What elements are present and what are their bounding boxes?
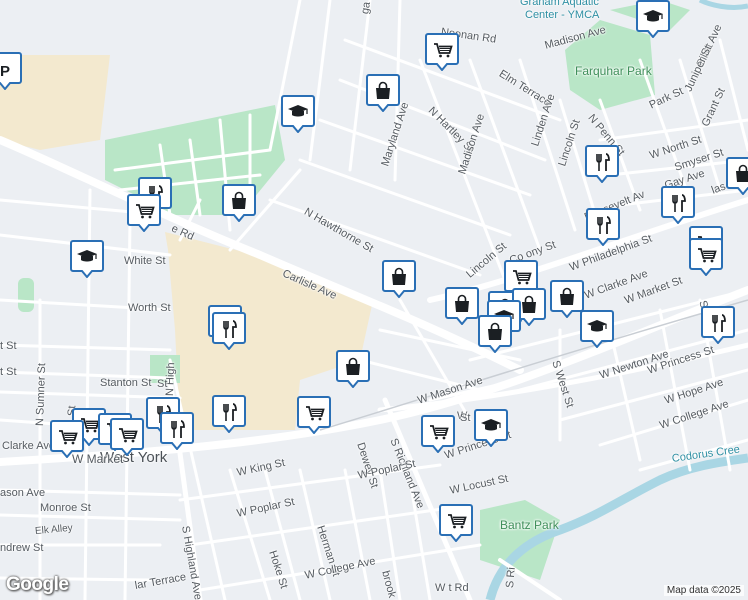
street-fragment-3: St [157, 378, 168, 390]
map-attribution[interactable]: Map data ©2025 [663, 585, 744, 596]
restaurant-icon [160, 412, 194, 450]
restaurant-icon [586, 208, 620, 246]
street-x-st: St [460, 412, 471, 424]
shopping-cart-pin[interactable] [297, 396, 331, 434]
restaurant-pin[interactable] [160, 412, 194, 450]
school-icon [474, 409, 508, 447]
shopping-cart-icon [127, 194, 161, 232]
street-worth: Worth St [128, 302, 171, 314]
shopping-bag-pin[interactable] [336, 350, 370, 388]
shopping-cart-pin[interactable] [127, 194, 161, 232]
street-monroe: Monroe St [40, 502, 91, 514]
shopping-cart-pin[interactable] [50, 420, 84, 458]
park-label-farquhar: Farquhar Park [575, 64, 652, 78]
street-clarke-left: Clarke Ave [2, 440, 55, 452]
shopping-cart-pin[interactable] [425, 33, 459, 71]
school-pin[interactable] [474, 409, 508, 447]
street-andrew: ndrew St [0, 542, 44, 554]
restaurant-pin[interactable] [212, 312, 246, 350]
school-icon [580, 310, 614, 348]
street-fragment-1: t St [0, 340, 17, 352]
shopping-bag-icon [336, 350, 370, 388]
restaurant-icon [212, 395, 246, 433]
restaurant-icon [661, 186, 695, 224]
shopping-bag-pin[interactable] [726, 157, 748, 195]
street-fragment-4: W t Rd [435, 582, 469, 594]
google-logo: Google [6, 574, 69, 595]
shopping-cart-pin[interactable] [421, 415, 455, 453]
place-label-graham-2: Center - YMCA [525, 9, 600, 21]
restaurant-icon [212, 312, 246, 350]
place-label-graham: Graham Aquatic [520, 0, 599, 8]
street-mason-left: ason Ave [0, 487, 46, 499]
restaurant-icon [585, 145, 619, 183]
street-white: White St [124, 255, 166, 267]
shopping-bag-icon [726, 157, 748, 195]
street-n-sumner: N Sumner St [34, 362, 49, 427]
shopping-bag-icon [382, 260, 416, 298]
shopping-cart-pin[interactable] [110, 418, 144, 456]
shopping-cart-icon [50, 420, 84, 458]
shopping-bag-icon [366, 74, 400, 112]
school-pin[interactable] [636, 0, 670, 38]
shopping-cart-icon [421, 415, 455, 453]
street-stanton: Stanton St [100, 377, 152, 389]
parking-icon: P [0, 52, 22, 90]
shopping-cart-icon [110, 418, 144, 456]
shopping-bag-icon [550, 280, 584, 318]
school-icon [70, 240, 104, 278]
shopping-bag-pin[interactable] [445, 287, 479, 325]
school-pin[interactable] [70, 240, 104, 278]
parking-pin[interactable]: P [0, 52, 22, 90]
map-view[interactable]: Graham Aquatic Center - YMCA Farquhar Pa… [0, 0, 748, 600]
school-icon [636, 0, 670, 38]
school-pin[interactable] [580, 310, 614, 348]
street-fragment-2: t St [0, 366, 17, 378]
restaurant-pin[interactable] [586, 208, 620, 246]
shopping-bag-pin[interactable] [222, 184, 256, 222]
shopping-bag-icon [445, 287, 479, 325]
shopping-cart-pin[interactable] [689, 238, 723, 276]
shopping-bag-icon [478, 315, 512, 353]
street-s-ri: S Ri [504, 566, 518, 589]
school-icon [281, 95, 315, 133]
shopping-cart-icon [425, 33, 459, 71]
park-label-bantz: Bantz Park [500, 518, 559, 532]
restaurant-pin[interactable] [212, 395, 246, 433]
svg-text:P: P [0, 63, 10, 80]
shopping-bag-pin[interactable] [382, 260, 416, 298]
restaurant-pin[interactable] [585, 145, 619, 183]
restaurant-pin[interactable] [701, 306, 735, 344]
shopping-bag-pin[interactable] [366, 74, 400, 112]
restaurant-pin[interactable] [661, 186, 695, 224]
shopping-cart-icon [689, 238, 723, 276]
shopping-bag-icon [222, 184, 256, 222]
shopping-bag-pin[interactable] [550, 280, 584, 318]
school-pin[interactable] [281, 95, 315, 133]
shopping-cart-pin[interactable] [439, 504, 473, 542]
shopping-cart-icon [297, 396, 331, 434]
shopping-bag-pin[interactable] [478, 315, 512, 353]
restaurant-icon [701, 306, 735, 344]
shopping-cart-icon [439, 504, 473, 542]
